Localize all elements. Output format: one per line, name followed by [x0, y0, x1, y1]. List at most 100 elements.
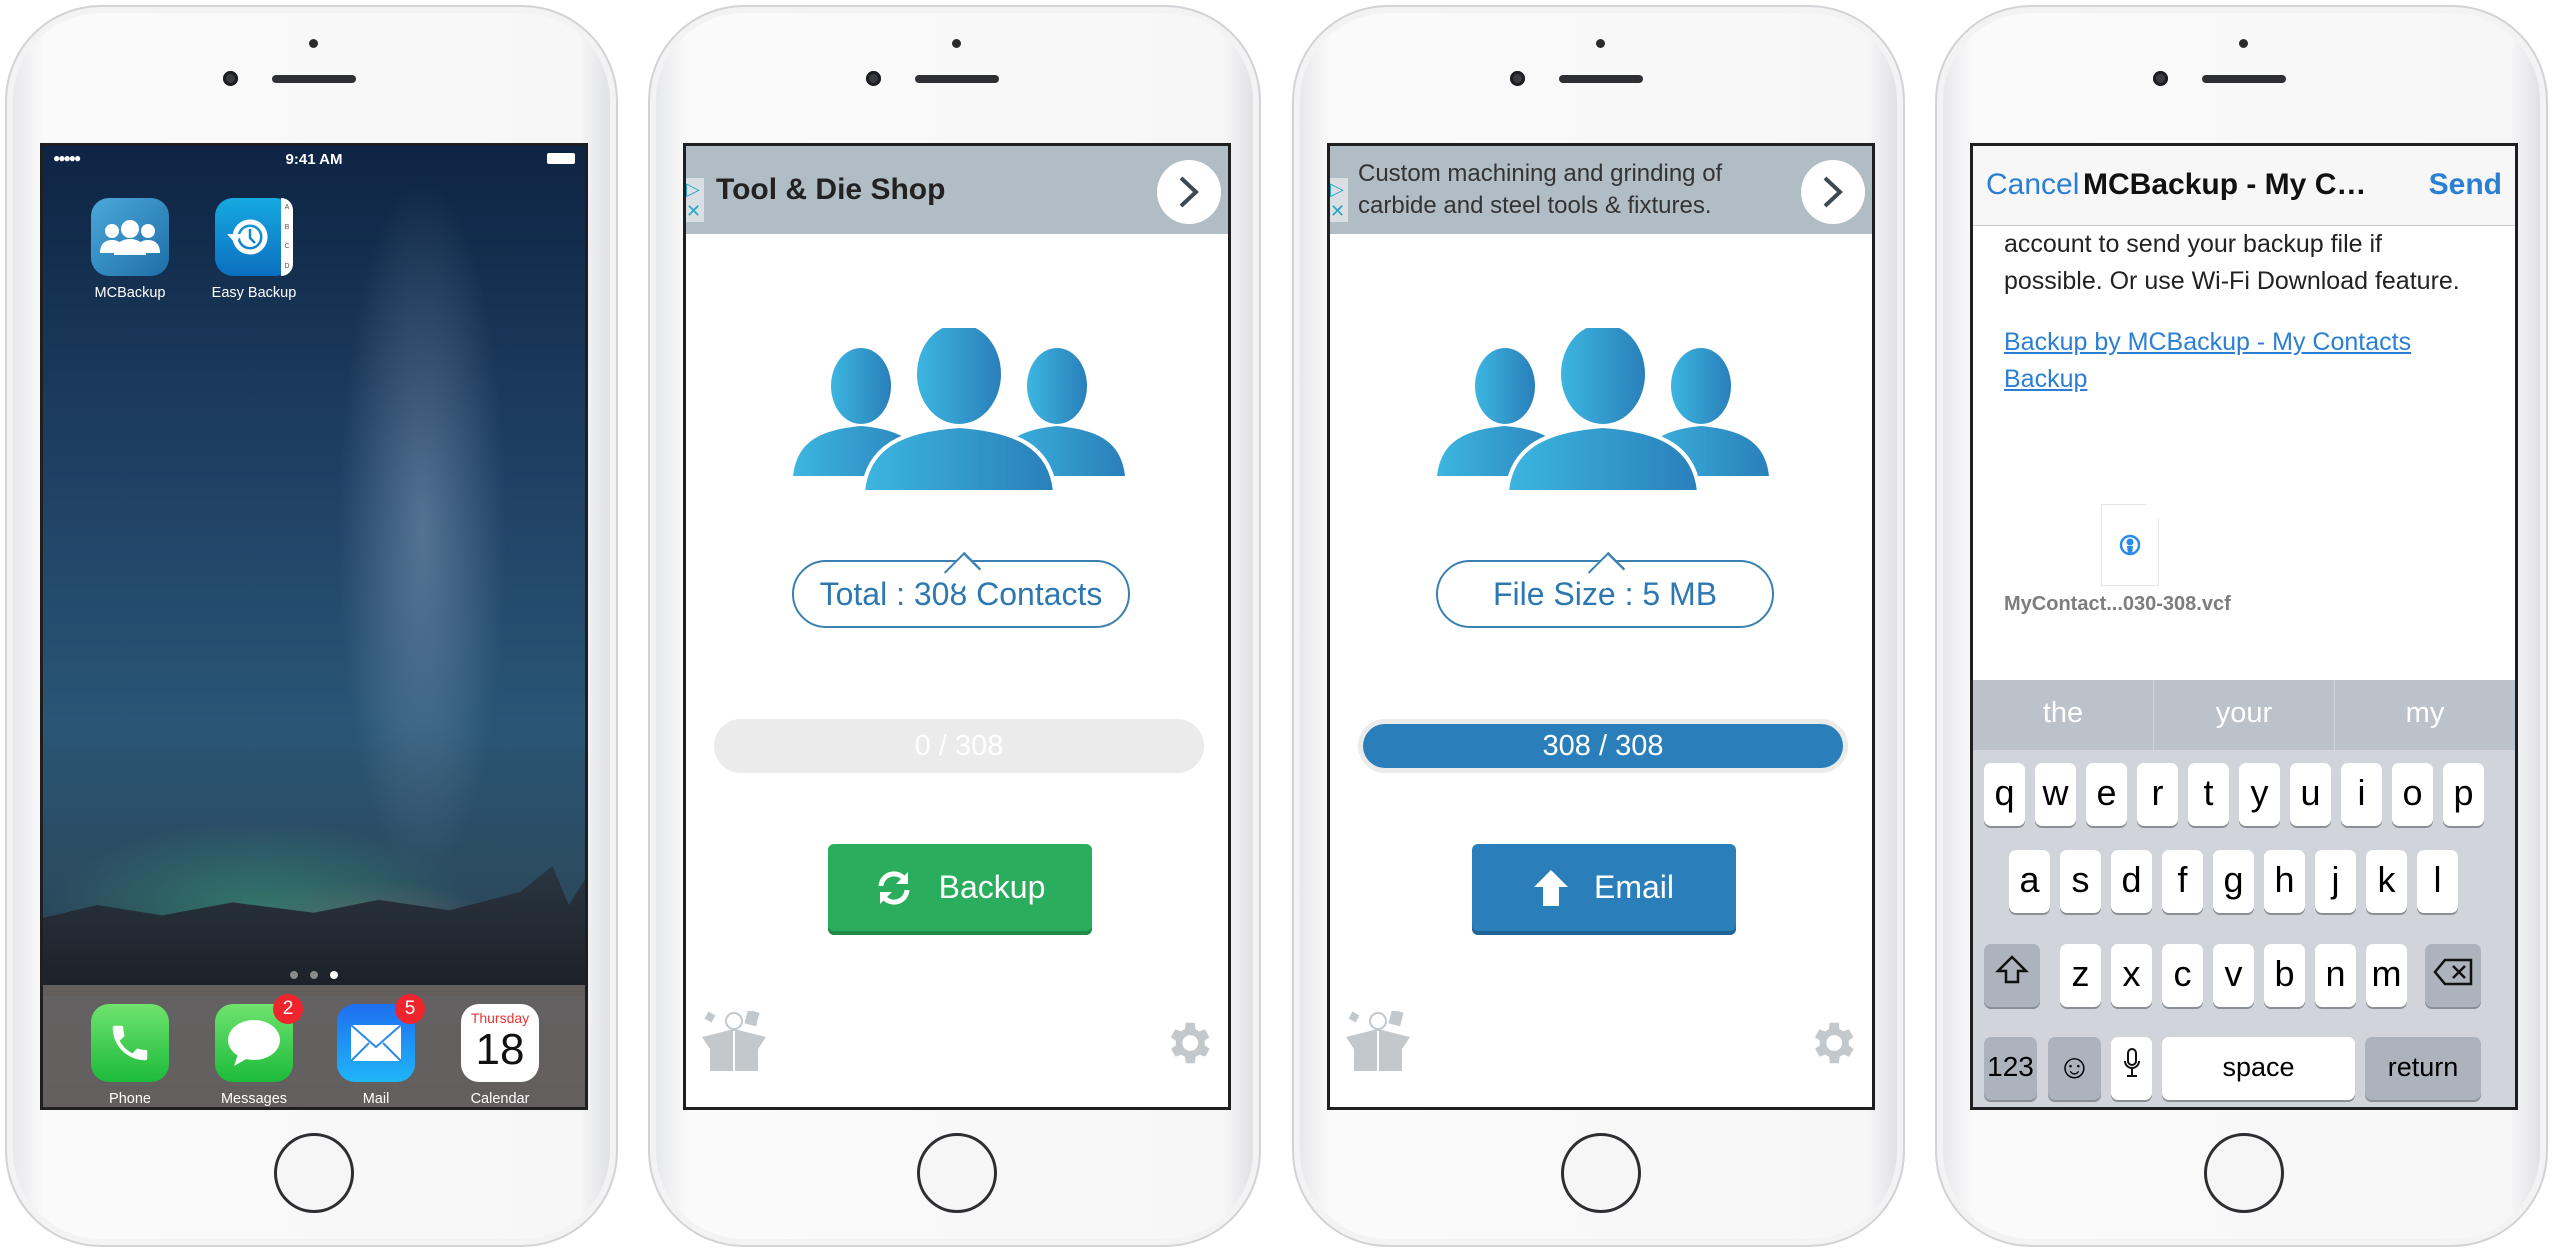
ad-banner[interactable]: ▷ ✕ Custom machining and grinding of carbi…	[1330, 146, 1872, 234]
contacts-group-icon	[793, 328, 1125, 492]
dock-app-phone[interactable]: Phone	[91, 1004, 169, 1107]
adchoices-icon[interactable]: ▷	[1330, 178, 1348, 200]
key-p[interactable]: p	[2443, 763, 2484, 826]
email-button[interactable]: Email	[1472, 844, 1736, 931]
file-size-label: File Size : 5 MB	[1436, 560, 1774, 628]
front-camera	[2153, 71, 2168, 86]
shift-key[interactable]	[1984, 944, 2040, 1007]
contact-icon	[2119, 534, 2141, 556]
dock-app-mail[interactable]: 5 Mail	[337, 994, 425, 1107]
ad-banner[interactable]: ▷ ✕ Tool & Die Shop	[686, 146, 1228, 234]
dock-app-calendar[interactable]: Thursday 18 Calendar	[461, 1004, 539, 1107]
screen: ▷ ✕ Tool & Die Shop Total : 308 Contacts …	[683, 143, 1231, 1110]
key-i[interactable]: i	[2341, 763, 2382, 826]
key-w[interactable]: w	[2035, 763, 2076, 826]
send-button[interactable]: Send	[2429, 168, 2502, 202]
space-key[interactable]: space	[2162, 1037, 2355, 1100]
key-s[interactable]: s	[2060, 850, 2101, 913]
key-y[interactable]: y	[2239, 763, 2280, 826]
return-key[interactable]: return	[2365, 1037, 2481, 1100]
shift-icon	[1994, 955, 2030, 984]
cancel-button[interactable]: Cancel	[1986, 168, 2079, 202]
ad-text[interactable]: Custom machining and grinding of carbide …	[1358, 158, 1722, 222]
mail-body[interactable]: account to send your backup file if poss…	[2004, 226, 2504, 300]
key-h[interactable]: h	[2264, 850, 2305, 913]
ad-line: carbide and steel tools & fixtures.	[1358, 192, 1712, 219]
backup-progress-bar: 0 / 308	[714, 719, 1204, 773]
app-label: Phone	[109, 1091, 151, 1107]
tab-letter: C	[284, 243, 290, 251]
suggestion[interactable]: the	[1973, 680, 2154, 750]
key-c[interactable]: c	[2162, 944, 2203, 1007]
ad-close-icon[interactable]: ✕	[1330, 200, 1348, 222]
key-m[interactable]: m	[2366, 944, 2407, 1007]
app-easy-backup[interactable]: A B C D Easy Backup	[212, 198, 296, 301]
front-camera	[866, 71, 881, 86]
home-button[interactable]	[274, 1133, 354, 1213]
key-z[interactable]: z	[2060, 944, 2101, 1007]
dictation-key[interactable]	[2111, 1037, 2152, 1100]
chevron-right-icon	[1179, 176, 1199, 208]
key-k[interactable]: k	[2366, 850, 2407, 913]
front-camera	[223, 71, 238, 86]
key-x[interactable]: x	[2111, 944, 2152, 1007]
key-n[interactable]: n	[2315, 944, 2356, 1007]
home-button[interactable]	[1561, 1133, 1641, 1213]
apps-box-icon[interactable]	[1346, 1011, 1414, 1073]
key-j[interactable]: j	[2315, 850, 2356, 913]
key-f[interactable]: f	[2162, 850, 2203, 913]
key-v[interactable]: v	[2213, 944, 2254, 1007]
dock-app-messages[interactable]: 2 Messages	[215, 994, 303, 1107]
mail-nav-bar: Cancel MCBackup - My Contacts Backup Sen…	[1973, 146, 2515, 226]
earpiece-speaker	[2202, 75, 2286, 83]
page-indicator[interactable]	[43, 966, 585, 984]
settings-gear-icon[interactable]	[1161, 1016, 1215, 1070]
home-button[interactable]	[2204, 1133, 2284, 1213]
chevron-right-icon	[1823, 176, 1843, 208]
key-e[interactable]: e	[2086, 763, 2127, 826]
key-d[interactable]: d	[2111, 850, 2152, 913]
adchoices-icon[interactable]: ▷	[686, 178, 704, 200]
calendar-day: Thursday	[470, 1010, 530, 1026]
ad-open-button[interactable]	[1157, 160, 1221, 224]
mcbackup-link[interactable]: Backup by MCBackup - My Contacts Backup	[2004, 324, 2484, 398]
vcf-attachment-icon[interactable]	[2101, 504, 2159, 586]
ad-title[interactable]: Tool & Die Shop	[716, 173, 945, 207]
calendar-icon: Thursday 18	[461, 1004, 539, 1082]
apps-box-icon[interactable]	[702, 1011, 770, 1073]
backup-button-label: Backup	[938, 869, 1046, 905]
body-line: possible. Or use Wi-Fi Download feature.	[2004, 267, 2460, 295]
ad-open-button[interactable]	[1801, 160, 1865, 224]
app-label: MCBackup	[94, 285, 166, 301]
suggestion[interactable]: my	[2335, 680, 2515, 750]
key-q[interactable]: q	[1984, 763, 2025, 826]
screen: Cancel MCBackup - My Contacts Backup Sen…	[1970, 143, 2518, 1110]
key-b[interactable]: b	[2264, 944, 2305, 1007]
key-u[interactable]: u	[2290, 763, 2331, 826]
key-l[interactable]: l	[2417, 850, 2458, 913]
predictive-bar: the your my	[1973, 680, 2515, 750]
app-mcbackup[interactable]: MCBackup	[91, 198, 169, 301]
key-o[interactable]: o	[2392, 763, 2433, 826]
emoji-key[interactable]: ☺	[2048, 1037, 2101, 1100]
key-t[interactable]: t	[2188, 763, 2229, 826]
key-r[interactable]: r	[2137, 763, 2178, 826]
key-a[interactable]: a	[2009, 850, 2050, 913]
screen: ●●●●● 9:41 AM MCBackup A B C D Easy Back…	[40, 143, 588, 1110]
home-button[interactable]	[917, 1133, 997, 1213]
numbers-key[interactable]: 123	[1984, 1037, 2037, 1100]
emoji-icon: ☺	[2057, 1048, 2092, 1086]
app-label: Messages	[220, 1091, 288, 1107]
backup-button[interactable]: Backup	[828, 844, 1092, 931]
key-g[interactable]: g	[2213, 850, 2254, 913]
page-dot-active	[330, 971, 338, 979]
body-line: account to send your backup file if	[2004, 230, 2383, 258]
status-bar: ●●●●● 9:41 AM	[43, 146, 585, 172]
phone-backup-screen: ▷ ✕ Tool & Die Shop Total : 308 Contacts …	[648, 5, 1261, 1247]
suggestion[interactable]: your	[2154, 680, 2335, 750]
settings-gear-icon[interactable]	[1805, 1016, 1859, 1070]
messages-icon: 2	[215, 994, 303, 1082]
delete-key[interactable]	[2425, 944, 2481, 1007]
ad-close-icon[interactable]: ✕	[686, 200, 704, 222]
keyboard: the your my 123 ☺ space return qwertyuio…	[1973, 680, 2515, 1107]
